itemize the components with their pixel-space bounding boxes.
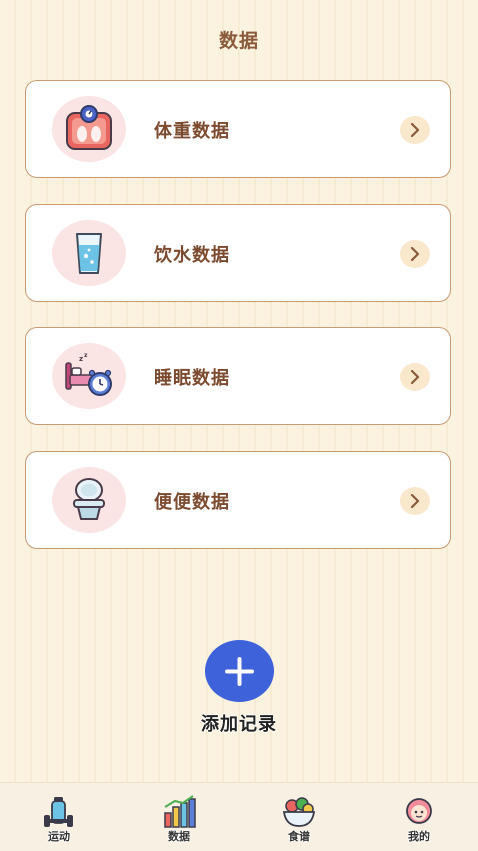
page-title: 数据 xyxy=(218,30,259,52)
sleep-icon-badge: z z xyxy=(52,343,126,409)
chevron-right-icon[interactable] xyxy=(400,363,430,391)
card-sleep[interactable]: z z 睡眠数据 xyxy=(25,327,451,425)
chevron-right-icon[interactable] xyxy=(400,487,430,515)
card-label: 睡眠数据 xyxy=(154,368,230,389)
scale-icon xyxy=(66,105,112,150)
toilet-icon xyxy=(73,478,105,520)
plus-icon xyxy=(225,657,254,686)
tab-sport[interactable]: 运动 xyxy=(34,795,84,845)
sport-icon xyxy=(44,797,73,827)
tab-recipe[interactable]: 食谱 xyxy=(274,795,324,845)
tab-label: 数据 xyxy=(168,830,190,843)
add-record-label[interactable]: 添加记录 xyxy=(0,710,478,736)
card-weight[interactable]: 体重数据 xyxy=(25,80,451,178)
food-icon xyxy=(282,797,316,827)
water-glass-icon xyxy=(76,233,102,274)
chart-icon xyxy=(164,795,196,828)
tab-label: 食谱 xyxy=(288,830,310,843)
card-label: 饮水数据 xyxy=(154,245,230,266)
sleep-icon: z z xyxy=(65,352,112,396)
chevron-right-icon[interactable] xyxy=(400,240,430,268)
card-water[interactable]: 饮水数据 xyxy=(25,204,451,302)
card-label: 体重数据 xyxy=(154,121,230,142)
svg-text:z: z xyxy=(79,355,83,363)
svg-text:z: z xyxy=(84,352,88,359)
add-record-button[interactable] xyxy=(205,640,274,702)
tab-label: 我的 xyxy=(408,830,430,843)
bottom-tab-bar: 运动 数据 食谱 我的 xyxy=(0,782,478,851)
tab-label: 运动 xyxy=(48,830,70,843)
tab-data[interactable]: 数据 xyxy=(154,795,204,845)
card-label: 便便数据 xyxy=(154,492,230,513)
tab-profile[interactable]: 我的 xyxy=(394,795,444,845)
profile-icon xyxy=(406,798,432,824)
chevron-right-icon[interactable] xyxy=(400,116,430,144)
toilet-icon-badge xyxy=(52,467,126,533)
weight-icon-badge xyxy=(52,96,126,162)
water-icon-badge xyxy=(52,220,126,286)
card-toilet[interactable]: 便便数据 xyxy=(25,451,451,549)
